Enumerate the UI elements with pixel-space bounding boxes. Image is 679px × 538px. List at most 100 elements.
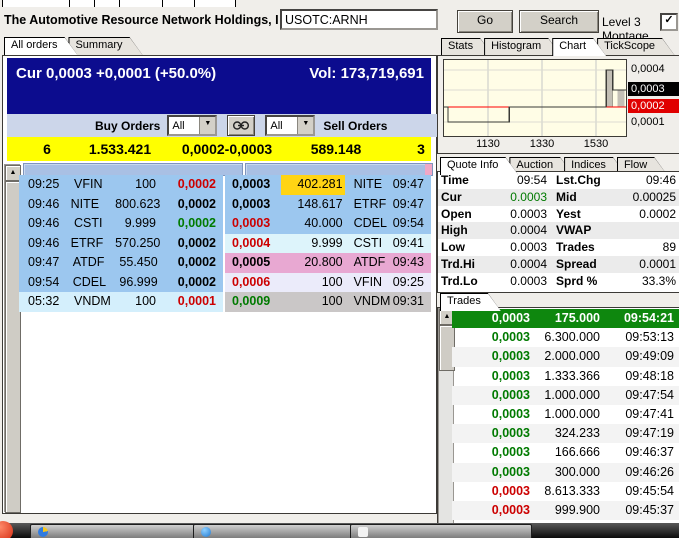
tab-summary[interactable]: Summary <box>68 37 142 55</box>
trade-price: 0,0003 <box>452 463 530 482</box>
order-time: 09:46 <box>19 195 71 215</box>
cutoff-tab <box>2 0 72 7</box>
depth-summary-row: 6 1.533.421 0,0002-0,0003 589.148 3 <box>7 137 431 161</box>
quote-tabbar: Quote Info Auction Indices Flow <box>440 157 658 175</box>
order-price: 0,0002 <box>156 214 223 234</box>
trade-row[interactable]: 0,0003324.23309:47:19 <box>452 424 679 443</box>
trade-time: 09:47:19 <box>600 424 679 443</box>
quote-field-value: 0.0003 <box>493 206 547 223</box>
sell-order-row[interactable]: 0,0009100VNDM09:31 <box>225 292 431 312</box>
trade-row[interactable]: 0,00036.300.00009:53:13 <box>452 328 679 347</box>
level3-montage-checkbox[interactable]: ✓ <box>660 13 678 31</box>
trade-size: 999.900 <box>530 501 600 520</box>
buy-filter-dropdown[interactable]: All ▼ <box>167 115 217 136</box>
buy-order-row[interactable]: 09:47ATDF55.4500,0002 <box>19 253 223 273</box>
arrow-up-icon: ▲ <box>10 169 17 176</box>
trade-time: 09:54:21 <box>600 309 679 328</box>
trades-tabbar: Trades <box>440 293 492 311</box>
orders-tabbar: All orders Summary <box>4 37 134 55</box>
sell-order-row[interactable]: 0,0003148.617ETRF09:47 <box>225 195 431 215</box>
buy-order-row[interactable]: 09:46ETRF570.2500,0002 <box>19 234 223 254</box>
buy-order-row[interactable]: 09:46NITE800.6230,0002 <box>19 195 223 215</box>
search-button[interactable]: Search <box>519 10 599 33</box>
tab-trades[interactable]: Trades <box>440 293 501 311</box>
quote-field-value: 33.3% <box>620 273 679 290</box>
order-time: 09:54 <box>393 214 431 234</box>
buy-order-row[interactable]: 09:25VFIN1000,0002 <box>19 175 223 195</box>
trade-row[interactable]: 0,00032.000.00009:49:09 <box>452 347 679 366</box>
y-tick: 0,0004 <box>628 62 679 76</box>
taskbar-orb-icon[interactable] <box>0 521 13 538</box>
sell-order-row[interactable]: 0,00049.999CSTI09:41 <box>225 234 431 254</box>
trade-size: 1.333.366 <box>530 367 600 386</box>
trades-panel: ▲ 0,0003175.00009:54:210,00036.300.00009… <box>437 307 679 538</box>
trade-price: 0,0003 <box>452 386 530 405</box>
trade-size: 1.000.000 <box>530 405 600 424</box>
go-button[interactable]: Go <box>457 10 513 33</box>
cutoff-tab <box>162 0 197 7</box>
quote-field-value: 0.0004 <box>493 222 547 239</box>
tab-tickscope[interactable]: TickScope <box>597 38 675 56</box>
market-maker-id: ATDF <box>73 253 120 273</box>
buy-order-list: 09:25VFIN1000,000209:46NITE800.6230,0002… <box>19 175 223 312</box>
symbol-input[interactable] <box>280 9 438 30</box>
order-price: 0,0003 <box>225 175 281 195</box>
order-time: 09:31 <box>393 292 431 312</box>
trade-time: 09:49:09 <box>600 347 679 366</box>
sell-filter-dropdown[interactable]: All ▼ <box>265 115 315 136</box>
market-maker-id: VFIN <box>74 175 122 195</box>
buy-order-row[interactable]: 09:46CSTI9.9990,0002 <box>19 214 223 234</box>
trade-price: 0,0003 <box>452 309 530 328</box>
trade-row[interactable]: 0,0003300.00009:46:26 <box>452 463 679 482</box>
tab-chart[interactable]: Chart <box>552 38 606 56</box>
trade-row[interactable]: 0,0003175.00009:54:21 <box>452 309 679 328</box>
market-maker-id: VNDM <box>74 292 122 312</box>
chevron-down-icon[interactable]: ▼ <box>199 117 215 134</box>
price-chart-panel: 1130 1330 1530 0,0004 0,0003 0,0002 0,00… <box>437 55 679 154</box>
buy-order-row[interactable]: 09:54CDEL96.9990,0002 <box>19 273 223 293</box>
order-size: 100 <box>122 175 156 195</box>
check-icon: ✓ <box>664 14 673 26</box>
trade-price: 0,0003 <box>452 328 530 347</box>
book-scrollbar[interactable]: ▲ <box>4 164 20 512</box>
sell-order-row[interactable]: 0,0003402.281NITE09:47 <box>225 175 431 195</box>
buy-order-row[interactable]: 05:32VNDM1000,0001 <box>19 292 223 312</box>
trade-time: 09:53:13 <box>600 328 679 347</box>
order-size: 40.000 <box>281 214 344 234</box>
price-chart <box>443 59 627 137</box>
order-size: 402.281 <box>281 175 344 195</box>
order-price: 0,0004 <box>225 234 281 254</box>
trade-row[interactable]: 0,00031.000.00009:47:54 <box>452 386 679 405</box>
tab-flow[interactable]: Flow <box>617 157 667 175</box>
order-time: 09:25 <box>19 175 74 195</box>
sell-order-count: 3 <box>401 141 441 157</box>
taskbar-button[interactable] <box>350 524 532 538</box>
trade-size: 175.000 <box>530 309 600 328</box>
order-price: 0,0001 <box>156 292 223 312</box>
sell-order-row[interactable]: 0,0006100VFIN09:25 <box>225 273 431 293</box>
taskbar-button[interactable] <box>30 524 210 538</box>
trade-row[interactable]: 0,0003999.90009:45:37 <box>452 501 679 520</box>
link-filters-button[interactable] <box>227 115 255 136</box>
trade-price: 0,0003 <box>452 482 530 501</box>
quote-field-value: 0.0001 <box>620 256 679 273</box>
trade-row[interactable]: 0,00038.613.33309:45:54 <box>452 482 679 501</box>
order-size: 100 <box>122 292 156 312</box>
chevron-down-icon[interactable]: ▼ <box>297 117 313 134</box>
tab-quote-info[interactable]: Quote Info <box>440 157 518 175</box>
trade-row[interactable]: 0,0003166.66609:46:37 <box>452 443 679 462</box>
trade-size: 8.613.333 <box>530 482 600 501</box>
order-price: 0,0002 <box>158 253 223 273</box>
sell-order-row[interactable]: 0,000520.800ATDF09:43 <box>225 253 431 273</box>
trade-row[interactable]: 0,00031.000.00009:47:41 <box>452 405 679 424</box>
taskbar-button[interactable] <box>193 524 367 538</box>
sell-order-row[interactable]: 0,000340.000CDEL09:54 <box>225 214 431 234</box>
order-price: 0,0009 <box>225 292 281 312</box>
trade-size: 2.000.000 <box>530 347 600 366</box>
tab-histogram[interactable]: Histogram <box>484 38 561 56</box>
tab-all-orders[interactable]: All orders <box>4 37 77 55</box>
trade-row[interactable]: 0,00031.333.36609:48:18 <box>452 367 679 386</box>
quote-field-label: Cur <box>438 189 493 206</box>
order-size: 9.999 <box>281 234 344 254</box>
trade-time: 09:47:54 <box>600 386 679 405</box>
